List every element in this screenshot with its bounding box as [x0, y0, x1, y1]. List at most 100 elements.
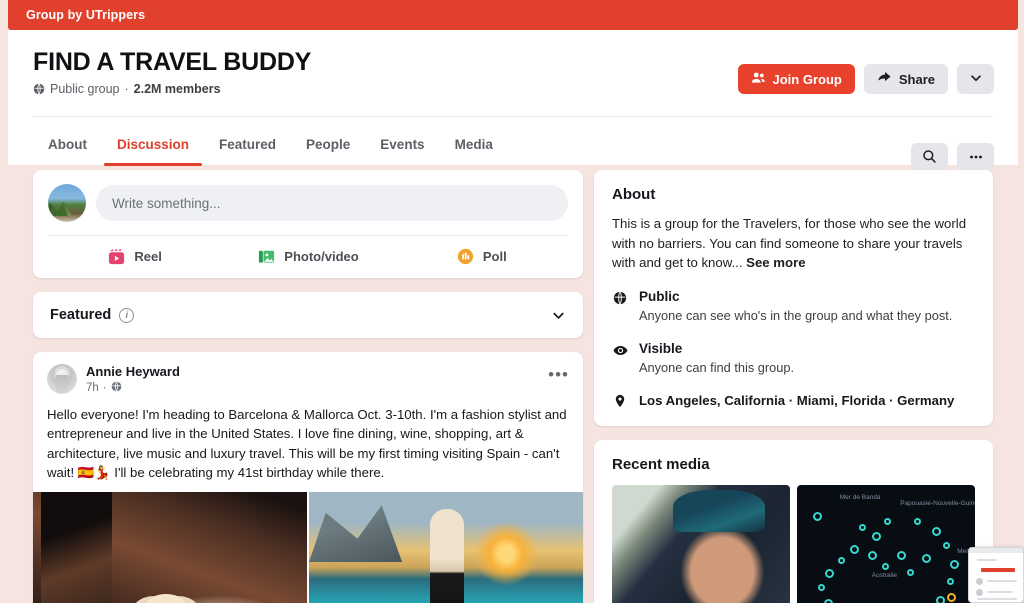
- poll-icon: [456, 247, 475, 266]
- pip-line-4: [977, 598, 1017, 600]
- see-more-link[interactable]: See more: [746, 255, 805, 270]
- about-public-title: Public: [639, 288, 680, 304]
- map-label-papouasie: Papouasie-Nouvelle-Guinée: [900, 500, 975, 508]
- composer-reel-label: Reel: [134, 249, 162, 264]
- featured-label: Featured: [50, 307, 112, 323]
- map-label-australie: Australie: [871, 572, 898, 580]
- post-header: Annie Heyward 7h · •••: [33, 352, 583, 395]
- info-icon[interactable]: i: [119, 307, 135, 323]
- about-row-public: Public Anyone can see who's in the group…: [612, 289, 975, 325]
- reel-icon: [107, 247, 126, 266]
- map-label-banda: Mer de Banda: [839, 494, 881, 502]
- banner-label: Group by UTrippers: [26, 8, 146, 22]
- about-card: About This is a group for the Travelers,…: [594, 170, 993, 427]
- post-media-grid: [33, 492, 583, 603]
- feed-column: Reel Photo/video: [33, 170, 583, 603]
- avatar[interactable]: [48, 184, 86, 222]
- composer-row: [48, 184, 568, 222]
- recent-media-card: Recent media Start Road Trip Mer de Band…: [594, 440, 993, 603]
- meta-separator: ·: [124, 82, 129, 96]
- content-area: Reel Photo/video: [8, 170, 1018, 603]
- featured-section[interactable]: Featured i: [33, 292, 583, 338]
- recent-media-grid: Start Road Trip Mer de Banda Papouasie-N…: [612, 485, 975, 603]
- composer-reel-button[interactable]: Reel: [48, 236, 221, 278]
- about-location-text: Los Angeles, California · Miami, Florida…: [639, 393, 955, 409]
- write-something-input[interactable]: [96, 185, 568, 221]
- globe-icon: [612, 289, 628, 305]
- photo-video-icon: [257, 247, 276, 266]
- recent-media-title: Recent media: [612, 456, 710, 474]
- composer-photo-video-button[interactable]: Photo/video: [221, 236, 394, 278]
- composer-photo-video-label: Photo/video: [284, 249, 359, 264]
- post-author-name[interactable]: Annie Heyward: [86, 364, 180, 379]
- header-more-dropdown-button[interactable]: [957, 64, 994, 94]
- search-button[interactable]: [911, 143, 948, 173]
- about-public-subtitle: Anyone can see who's in the group and wh…: [639, 307, 953, 323]
- pip-accent-bar: [981, 568, 1015, 572]
- post-timestamp: 7h: [86, 382, 99, 394]
- post-audience-globe-icon: [111, 381, 122, 395]
- pip-line-1: [987, 580, 1017, 582]
- tab-people[interactable]: People: [291, 124, 365, 166]
- post-meta-separator: ·: [102, 382, 107, 394]
- picture-in-picture-preview[interactable]: [968, 547, 1024, 603]
- pip-avatar-1: [976, 578, 983, 585]
- eye-icon: [612, 341, 628, 358]
- post-meta: 7h ·: [86, 381, 180, 395]
- share-button[interactable]: Share: [863, 64, 948, 94]
- pip-line-2: [987, 591, 1013, 593]
- more-options-button[interactable]: [957, 143, 994, 173]
- about-row-visible: Visible Anyone can find this group.: [612, 341, 975, 377]
- group-members: 2.2M members: [133, 82, 221, 96]
- recent-media-thumb-road-trip[interactable]: Start Road Trip: [612, 485, 790, 603]
- people-icon: [751, 70, 766, 88]
- feed-post: Annie Heyward 7h · ••• Hello everyone! I…: [33, 352, 583, 603]
- page-root: Group by UTrippers FIND A TRAVEL BUDDY P…: [0, 0, 1024, 603]
- composer-poll-label: Poll: [482, 249, 507, 264]
- search-icon: [922, 149, 937, 167]
- globe-icon: [33, 83, 45, 95]
- join-group-label: Join Group: [772, 71, 842, 87]
- featured-collapse-button[interactable]: [551, 308, 566, 323]
- post-composer: Reel Photo/video: [33, 170, 583, 278]
- ellipsis-icon: [968, 149, 984, 168]
- tab-featured[interactable]: Featured: [204, 124, 291, 166]
- group-header: FIND A TRAVEL BUDDY Public group · 2.2M …: [8, 30, 1018, 173]
- post-author-block: Annie Heyward 7h ·: [86, 364, 180, 395]
- post-image-1[interactable]: [33, 492, 307, 603]
- page-title: FIND A TRAVEL BUDDY: [33, 48, 312, 76]
- post-menu-button[interactable]: •••: [548, 364, 569, 383]
- tab-discussion[interactable]: Discussion: [102, 124, 204, 166]
- tab-about[interactable]: About: [33, 124, 102, 166]
- composer-actions: Reel Photo/video Poll: [48, 236, 568, 278]
- about-description: This is a group for the Travelers, for t…: [612, 214, 975, 273]
- share-arrow-icon: [877, 70, 892, 88]
- post-image-2[interactable]: [307, 492, 583, 603]
- pip-line-3: [977, 559, 997, 561]
- pip-avatar-2: [976, 589, 983, 596]
- about-title: About: [612, 186, 656, 203]
- composer-poll-button[interactable]: Poll: [395, 236, 568, 278]
- header-divider: [33, 116, 993, 117]
- group-privacy: Public group: [50, 82, 120, 96]
- group-banner: Group by UTrippers: [8, 0, 1018, 30]
- chevron-down-icon: [969, 71, 983, 88]
- sidebar-column: About This is a group for the Travelers,…: [594, 170, 993, 603]
- about-visible-title: Visible: [639, 340, 683, 356]
- tabs-actions: [911, 143, 994, 173]
- location-pin-icon: [612, 392, 628, 408]
- header-actions: Join Group Share: [737, 64, 994, 94]
- recent-media-thumb-australia-map[interactable]: Mer de Banda Papouasie-Nouvelle-Guinée A…: [797, 485, 975, 603]
- post-author-avatar[interactable]: [47, 364, 77, 394]
- join-group-button[interactable]: Join Group: [737, 64, 855, 94]
- share-label: Share: [898, 71, 935, 87]
- tab-media[interactable]: Media: [440, 124, 508, 166]
- group-tabs: About Discussion Featured People Events …: [33, 124, 508, 166]
- about-row-location: Los Angeles, California · Miami, Florida…: [612, 392, 975, 408]
- group-meta: Public group · 2.2M members: [33, 82, 221, 96]
- pip-topbar: [969, 548, 1023, 553]
- post-text: Hello everyone! I'm heading to Barcelona…: [47, 407, 567, 480]
- tab-events[interactable]: Events: [365, 124, 439, 166]
- about-visible-block: Visible Anyone can find this group.: [639, 341, 794, 377]
- about-public-block: Public Anyone can see who's in the group…: [639, 289, 952, 325]
